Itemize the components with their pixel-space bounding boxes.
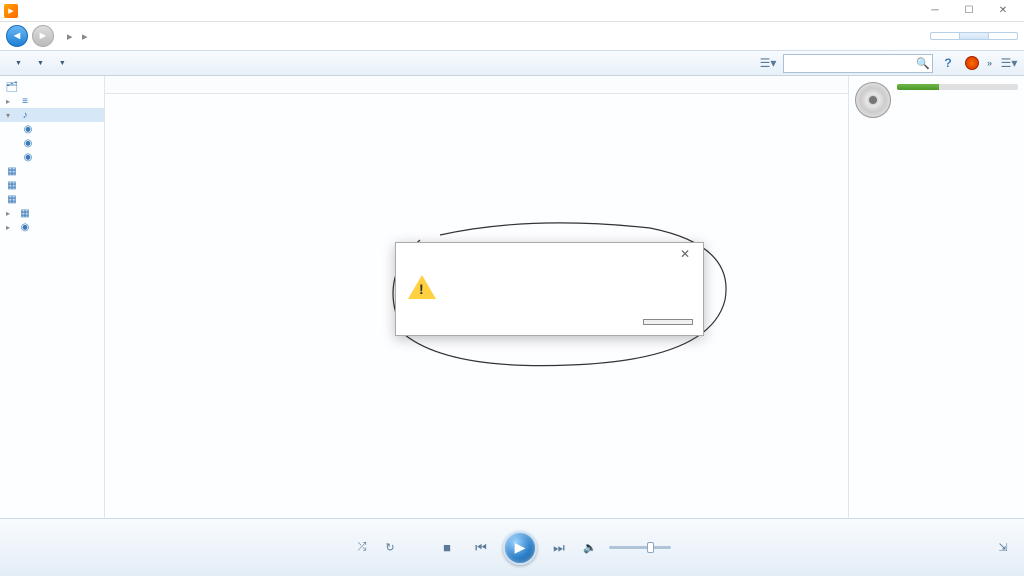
dialog-close-button[interactable]: ✕	[673, 247, 697, 261]
ok-button[interactable]	[643, 319, 693, 325]
error-dialog: ✕	[395, 242, 704, 336]
warning-icon	[408, 275, 436, 303]
